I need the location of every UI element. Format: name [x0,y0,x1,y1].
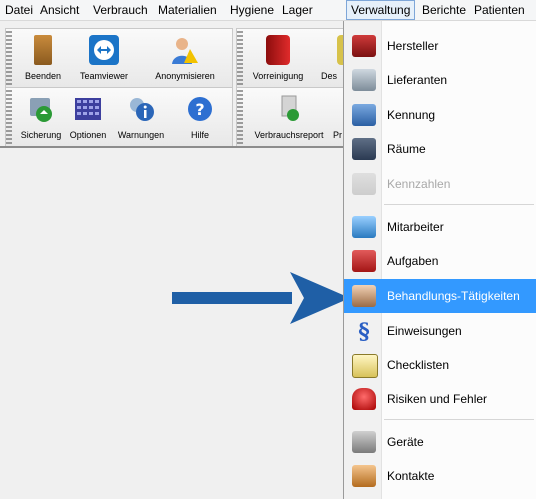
menuitem-label: Kontakte [387,469,435,483]
menuitem-geraete[interactable]: Geräte [344,425,536,459]
menuitem-behandlungs-taetigkeiten[interactable]: Behandlungs-Tätigkeiten [344,279,536,313]
menu-patienten[interactable]: Patienten [470,0,529,20]
menuitem-label: Räume [387,142,426,156]
sicherung-label: Sicherung [20,130,62,140]
grid-icon [73,94,103,124]
menu-lager[interactable]: Lager [278,0,317,20]
menuitem-kennung[interactable]: Kennung [344,98,536,132]
optionen-button[interactable]: Optionen [66,88,110,146]
hilfe-label: Hilfe [190,130,209,140]
warnungen-label: Warnungen [117,130,165,140]
vorreinigung-label: Vorreinigung [252,71,304,81]
help-icon: ? [185,94,215,124]
book-icon [266,35,290,65]
teamviewer-icon [89,35,119,65]
tasks-icon [352,250,376,272]
menuitem-aufgaben[interactable]: Aufgaben [344,244,536,278]
toolbar-grip[interactable] [6,31,12,85]
optionen-label: Optionen [69,130,107,140]
menuitem-hersteller[interactable]: Hersteller [344,29,536,63]
door-exit-icon [34,35,52,65]
menuitem-label: Checklisten [387,358,450,372]
menu-verwaltung[interactable]: Verwaltung [346,0,416,20]
menuitem-label: Lieferanten [387,73,448,87]
menuitem-lieferanten[interactable]: Lieferanten [344,63,536,97]
treatment-icon [352,285,376,307]
toolbar-grip[interactable] [237,90,243,144]
hilfe-button[interactable]: ? Hilfe [172,88,228,146]
menu-separator [384,419,534,420]
warning-info-icon [126,94,156,124]
menuitem-label: Risiken und Fehler [387,392,488,406]
menu-materialien[interactable]: Materialien [154,0,221,20]
menuitem-label: Aufgaben [387,254,439,268]
menuitem-label: Kennzahlen [387,177,451,191]
toolbar-system: Sicherung Optionen Warnungen ? Hilfe [5,87,233,147]
teamviewer-label: Teamviewer [79,71,128,81]
toolbar-main: Beenden Teamviewer Anonymisieren [5,28,233,88]
factory-icon [352,35,376,57]
menuitem-kennzahlen: Kennzahlen [344,167,536,201]
alarm-icon [352,388,376,410]
tag-icon [352,104,376,126]
anonymisieren-button[interactable]: Anonymisieren [140,29,230,87]
toolbar-area: Beenden Teamviewer Anonymisieren Vorrein… [0,21,352,147]
backup-icon [26,94,56,124]
paragraph-icon: § [352,319,376,345]
toolbar-bottom-border [0,146,350,148]
menuitem-label: Behandlungs-Tätigkeiten [387,289,520,303]
verbrauchsreport-label: Verbrauchsreport [254,130,324,140]
menu-separator [384,204,534,205]
vorreinigung-button[interactable]: Vorreinigung [247,29,309,87]
toolbar-reports: Verbrauchsreport Pr [236,87,352,147]
anonymisieren-label: Anonymisieren [155,71,215,81]
menu-verbrauch[interactable]: Verbrauch [89,0,152,20]
menuitem-label: Geräte [387,435,424,449]
verwaltung-menu: Hersteller Lieferanten Kennung Räume Ken… [343,21,536,499]
menuitem-label: Mitarbeiter [387,220,444,234]
beenden-button[interactable]: Beenden [18,29,68,87]
person-icon [170,35,200,65]
chart-icon [352,173,376,195]
menu-berichte[interactable]: Berichte [418,0,470,20]
menuitem-label: Kennung [387,108,436,122]
menuitem-kontakte[interactable]: Kontakte [344,459,536,493]
toolbar-grip[interactable] [6,90,12,144]
room-icon [352,138,376,160]
svg-text:§: § [358,320,370,342]
arrow-pointer-icon [172,272,350,324]
sicherung-button[interactable]: Sicherung [16,88,66,146]
device-icon [352,431,376,453]
report-icon [274,94,304,124]
toolbar-cleaning: Vorreinigung Des [236,28,352,88]
menuitem-label: Einweisungen [387,324,462,338]
menubar: Datei Ansicht Verbrauch Materialien Hygi… [0,0,536,21]
teamviewer-button[interactable]: Teamviewer [68,29,140,87]
menuitem-checklisten[interactable]: Checklisten [344,348,536,382]
menuitem-risiken-und-fehler[interactable]: Risiken und Fehler [344,382,536,416]
menuitem-einweisungen[interactable]: § Einweisungen [344,314,536,348]
beenden-label: Beenden [24,71,62,81]
verbrauchsreport-button[interactable]: Verbrauchsreport [245,88,333,146]
menuitem-raeume[interactable]: Räume [344,132,536,166]
toolbar-grip[interactable] [237,31,243,85]
menuitem-mitarbeiter[interactable]: Mitarbeiter [344,210,536,244]
contact-icon [352,465,376,487]
menuitem-label: Hersteller [387,39,439,53]
truck-icon [352,69,376,91]
menu-ansicht[interactable]: Ansicht [36,0,83,20]
employee-icon [352,216,376,238]
svg-text:?: ? [195,100,204,119]
menu-datei[interactable]: Datei [1,0,37,20]
checklist-icon [352,354,378,378]
warnungen-button[interactable]: Warnungen [110,88,172,146]
menu-hygiene[interactable]: Hygiene [226,0,278,20]
